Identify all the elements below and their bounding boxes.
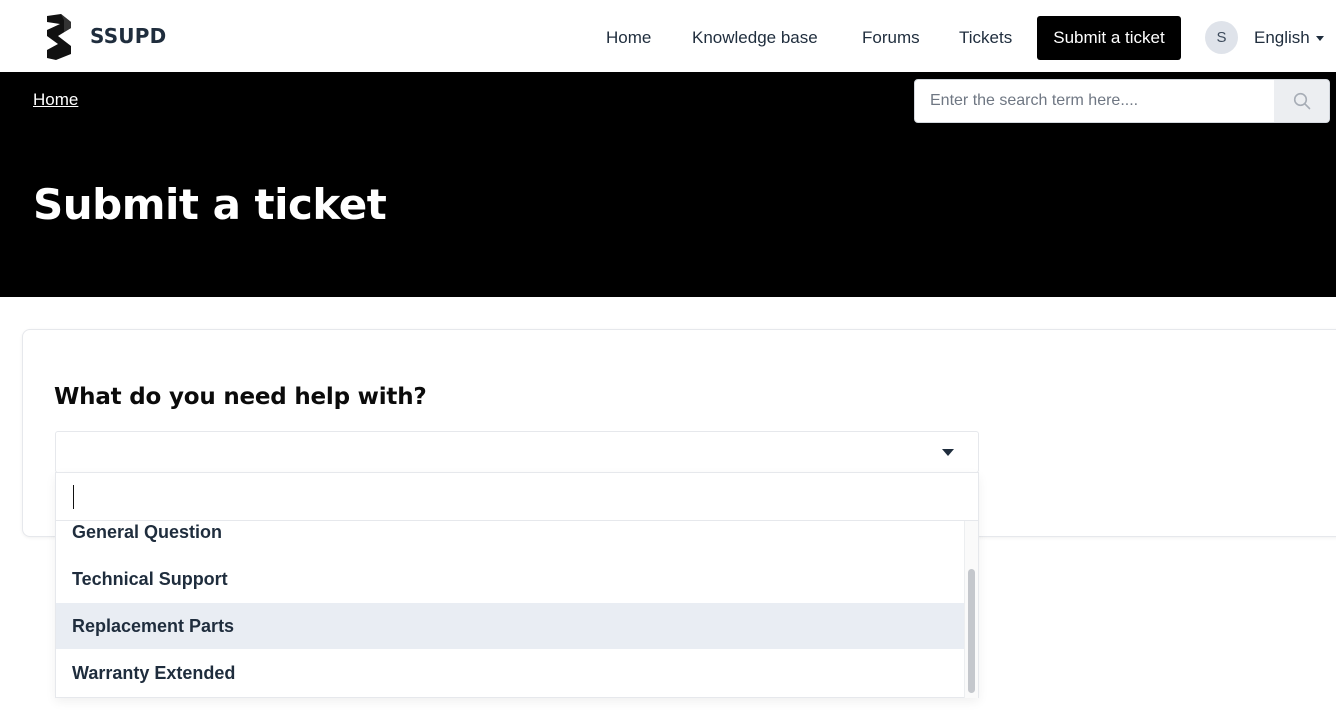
nav-link-forums[interactable]: Forums [862,16,920,60]
dropdown-search-input[interactable] [56,473,978,521]
top-navigation-bar: SSUPD Home Knowledge base Forums Tickets… [0,0,1336,72]
chevron-down-icon [1315,35,1324,41]
search-input[interactable] [915,80,1274,122]
dropdown-scrollbar[interactable] [964,521,978,698]
dropdown-options-list: General Question Technical Support Repla… [56,521,964,698]
nav-link-tickets[interactable]: Tickets [959,16,1012,60]
help-topic-label: What do you need help with? [54,384,427,410]
page-title: Submit a ticket [33,180,387,229]
nav-link-knowledge-base[interactable]: Knowledge base [692,16,818,60]
language-selector[interactable]: English [1254,16,1324,60]
chevron-down-icon[interactable] [942,449,954,456]
option-technical-support[interactable]: Technical Support [56,556,964,602]
option-replacement-parts[interactable]: Replacement Parts [56,603,964,649]
search-button[interactable] [1274,80,1329,122]
submit-ticket-button[interactable]: Submit a ticket [1037,16,1181,60]
help-topic-select[interactable] [55,431,979,473]
nav-link-home[interactable]: Home [606,16,651,60]
user-avatar[interactable]: S [1205,21,1238,54]
help-topic-dropdown: General Question Technical Support Repla… [55,472,979,698]
scrollbar-thumb[interactable] [968,569,975,693]
option-general-question[interactable]: General Question [56,521,964,555]
search-bar [914,79,1330,123]
option-warranty-extended[interactable]: Warranty Extended [56,650,964,696]
hero-banner: Home Submit a ticket [0,72,1336,297]
breadcrumb-home[interactable]: Home [33,90,78,110]
text-cursor [73,485,74,509]
logo-icon[interactable] [44,14,74,60]
brand-name[interactable]: SSUPD [90,24,166,48]
language-label: English [1254,28,1310,47]
search-icon [1293,92,1311,110]
